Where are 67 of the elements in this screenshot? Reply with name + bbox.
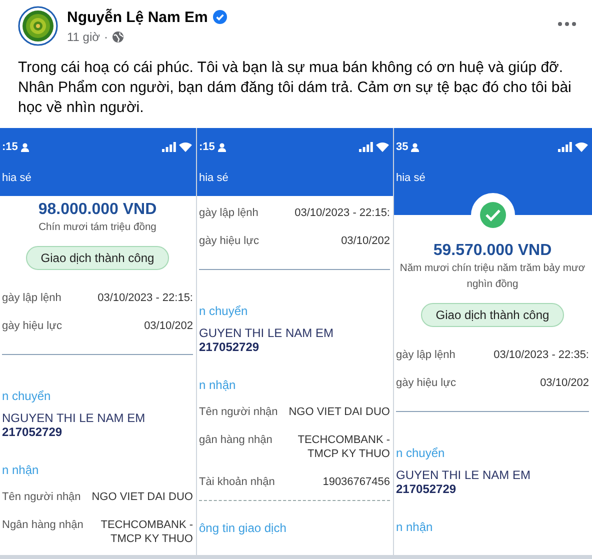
avatar[interactable]	[18, 6, 58, 46]
field-value: TECHCOMBANK - TMCP KY THUO	[100, 518, 193, 546]
wifi-icon	[575, 142, 588, 152]
section-heading: n nhận	[2, 462, 40, 479]
field-label: gày lập lệnh	[199, 206, 258, 220]
account-number: 217052729	[199, 340, 260, 354]
amount-in-words: Năm mươi chín triệu năm trăm bảy mươ nghìn đồng	[398, 262, 586, 292]
field-label: gày hiệu lực	[396, 376, 456, 390]
status-time: 35	[396, 141, 408, 153]
amount-text: 98.000.000 VND	[37, 200, 158, 220]
amount-text: 59.570.000 VND	[432, 241, 553, 261]
author-name[interactable]: Nguyễn Lệ Nam Em	[67, 8, 208, 26]
section-heading: n chuyển	[2, 388, 52, 405]
receipt-screenshot[interactable]: 35 hia sé 59.570.000 VND Năm mươi chín triệu năm trăm bảy mươ nghìn đồng Giao dịch thành công gày lập lệnh 03/10/2023 - 22:35: gày hiệu lực 03/10/202 n chuyển GUYEN THI LE NAM EM 217052729 n nhận	[394, 128, 592, 555]
section-heading: n chuyển	[199, 303, 249, 320]
share-label[interactable]: hia sé	[396, 172, 426, 184]
signal-icon	[558, 142, 572, 152]
wifi-icon	[179, 142, 192, 152]
section-heading: n nhận	[396, 519, 434, 536]
account-name: GUYEN THI LE NAM EM	[199, 326, 334, 340]
signal-icon	[162, 142, 176, 152]
receipt-screenshot[interactable]	[0, 128, 196, 555]
account-name: GUYEN THI LE NAM EM	[396, 468, 532, 482]
signal-icon	[359, 142, 373, 152]
field-value: 19036767456	[322, 475, 390, 489]
wifi-icon	[376, 142, 389, 152]
field-value: TECHCOMBANK - TMCP KY THUO	[298, 433, 390, 461]
field-label: Tên người nhận	[2, 490, 81, 504]
post-text: Trong cái hoạ có cái phúc. Tôi và bạn là sự mua bán không có ơn huệ và giúp đỡ. Nhân Phẩm con người, bạn dám đăng tôi dám trả. Cảm ơn sự tệ bạc đó cho tôi bài học về nhìn người.	[18, 58, 572, 118]
field-value: 03/10/202	[144, 319, 193, 333]
field-label: gày lập lệnh	[2, 291, 62, 305]
person-icon	[20, 142, 29, 152]
share-label[interactable]: hia sé	[2, 172, 32, 184]
account-number: 217052729	[2, 425, 64, 439]
field-value: 03/10/202	[341, 234, 390, 248]
field-label: Ngân hàng nhận	[2, 518, 84, 532]
account-name: NGUYEN THI LE NAM EM	[2, 411, 146, 425]
globe-icon	[112, 30, 124, 42]
more-icon	[558, 22, 576, 26]
status-badge: Giao dịch thành công	[420, 303, 564, 327]
share-label[interactable]: hia sé	[199, 172, 228, 184]
status-time: :15	[199, 141, 215, 153]
receipt-screenshot[interactable]	[197, 128, 393, 555]
field-value: NGO VIET DAI DUO	[288, 405, 390, 419]
field-label: Tên người nhận	[199, 405, 278, 419]
more-button[interactable]	[556, 20, 578, 28]
person-icon	[218, 142, 226, 152]
field-label: gày hiệu lực	[2, 319, 62, 333]
field-label: gân hàng nhận	[199, 433, 272, 447]
status-badge: Giao dịch thành công	[26, 246, 170, 270]
section-heading: n nhận	[199, 377, 237, 394]
post-time[interactable]: 11 giờ	[67, 30, 100, 44]
amount-in-words: Chín mươi tám triệu đồng	[38, 221, 158, 235]
field-value: 03/10/2023 - 22:35:	[494, 348, 589, 362]
field-value: NGO VIET DAI DUO	[92, 490, 193, 504]
account-number: 217052729	[396, 482, 458, 496]
section-heading: n chuyển	[396, 445, 446, 462]
separator-dot: ·	[104, 30, 108, 44]
field-value: 03/10/202	[540, 376, 589, 390]
field-value: 03/10/2023 - 22:15:	[294, 206, 390, 220]
status-time: :15	[2, 141, 18, 153]
section-heading: ông tin giao dịch	[199, 520, 288, 537]
person-icon	[411, 142, 420, 152]
field-value: 03/10/2023 - 22:15:	[98, 291, 193, 305]
field-label: gày lập lệnh	[396, 348, 456, 362]
field-label: gày hiệu lực	[199, 234, 259, 248]
field-label: Tài khoản nhận	[199, 475, 275, 489]
